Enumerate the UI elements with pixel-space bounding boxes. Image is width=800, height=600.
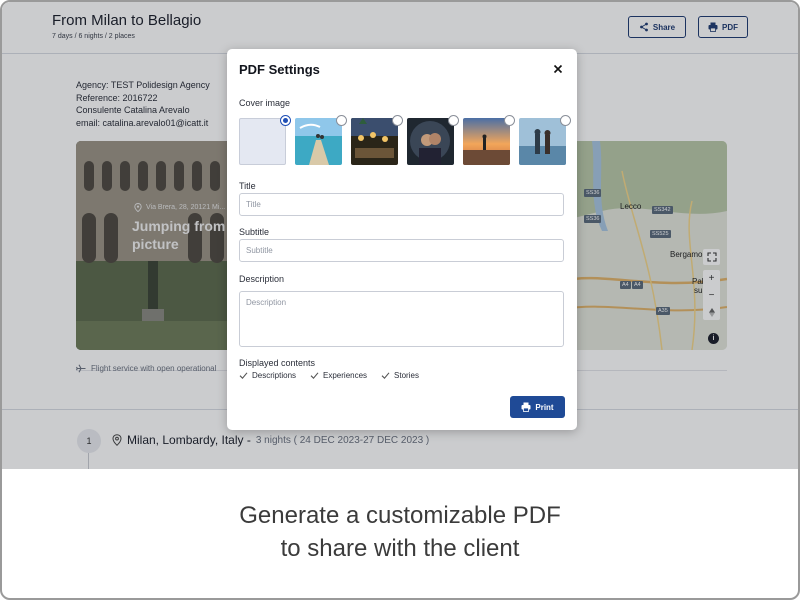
cover-option-dinner[interactable] [351,118,398,165]
cover-option-sunset[interactable] [463,118,510,165]
cover-radio[interactable] [504,115,515,126]
screenshot-frame: From Milan to Bellagio 7 days / 6 nights… [0,0,800,600]
checkbox-stories[interactable]: Stories [381,371,419,380]
checkbox-descriptions[interactable]: Descriptions [239,371,296,380]
cover-radio-selected[interactable] [280,115,291,126]
checkbox-label: Descriptions [252,371,297,380]
cover-image-picker [239,115,577,166]
description-textarea[interactable] [239,291,564,347]
itinerary-app: From Milan to Bellagio 7 days / 6 nights… [2,2,798,469]
checkmark-icon [239,372,248,380]
cover-radio[interactable] [560,115,571,126]
displayed-contents-checkboxes: Descriptions Experiences Stories [239,371,419,380]
subtitle-label: Subtitle [239,227,270,237]
printer-icon [521,402,531,412]
subtitle-input[interactable] [239,239,564,262]
checkbox-label: Experiences [323,371,368,380]
checkbox-label: Stories [394,371,419,380]
cover-option-couple[interactable] [407,118,454,165]
checkmark-icon [381,372,390,380]
cover-radio[interactable] [448,115,459,126]
pdf-settings-dialog: PDF Settings Cover image Title Title Sub… [227,49,577,430]
cover-radio[interactable] [392,115,403,126]
close-icon[interactable] [553,64,563,74]
title-label: Title [239,181,256,191]
caption-line2: to share with the client [280,535,520,562]
dialog-title: PDF Settings [239,62,320,77]
print-button[interactable]: Print [510,396,565,418]
title-input[interactable] [239,193,564,216]
promo-caption: Generate a customizable PDF to share wit… [2,499,798,565]
cover-radio[interactable] [336,115,347,126]
displayed-contents-label: Displayed contents [239,358,316,368]
cover-option-lake[interactable] [519,118,566,165]
checkmark-icon [310,372,319,380]
cover-option-blank[interactable] [239,118,286,165]
checkbox-experiences[interactable]: Experiences [310,371,367,380]
description-label: Description [239,274,285,284]
cover-image-label: Cover image [239,98,291,108]
print-button-label: Print [535,402,554,412]
caption-line1: Generate a customizable PDF [239,502,561,529]
cover-option-pier[interactable] [295,118,342,165]
